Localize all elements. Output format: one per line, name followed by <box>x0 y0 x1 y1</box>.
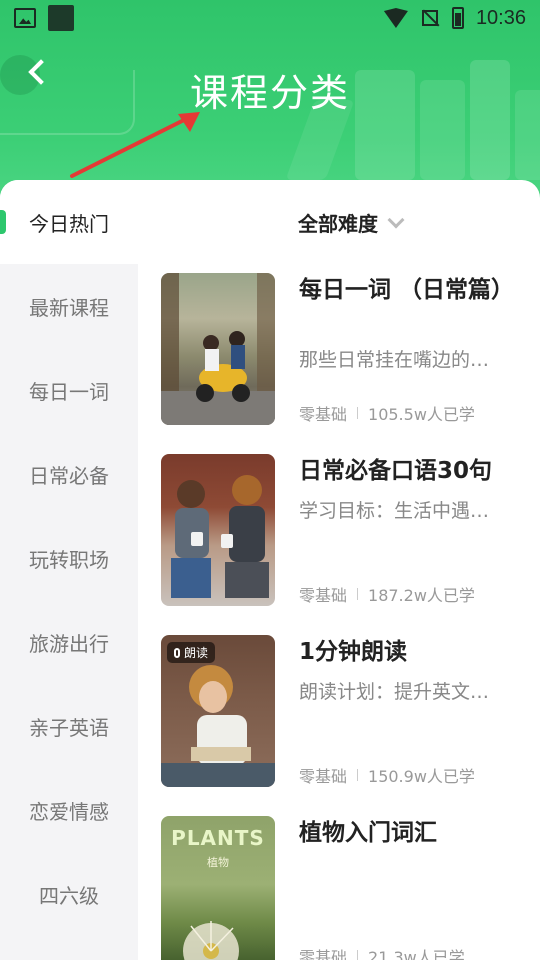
course-learners: 21.3w人已学 <box>368 948 465 960</box>
sidebar-item-label: 亲子英语 <box>29 715 109 740</box>
sidebar-item-label: 恋爱情感 <box>29 799 109 824</box>
difficulty-filter-label: 全部难度 <box>298 212 378 236</box>
course-level: 零基础 <box>299 405 348 424</box>
friends-chatting-image <box>171 475 269 598</box>
read-aloud-badge: 朗读 <box>167 642 216 663</box>
course-level: 零基础 <box>299 586 348 605</box>
course-meta: 零基础 105.5w人已学 <box>299 401 475 425</box>
scooter-riders-image <box>161 273 275 425</box>
sidebar-item-daily-word[interactable]: 每日一词 <box>0 348 138 432</box>
microphone-icon <box>174 647 180 658</box>
sidebar-item-travel[interactable]: 旅游出行 <box>0 600 138 684</box>
status-time: 10:36 <box>475 6 526 29</box>
sidebar-item-label: 每日一词 <box>29 379 109 404</box>
image-notification-icon <box>14 8 36 28</box>
sidebar-item-label: 今日热门 <box>29 211 109 236</box>
sidebar-item-label: 玩转职场 <box>29 547 109 572</box>
sidebar-item-label: 旅游出行 <box>29 631 109 656</box>
meta-separator <box>357 407 359 419</box>
course-learners: 105.5w人已学 <box>368 405 475 424</box>
sidebar-item-label: 日常必备 <box>29 463 109 488</box>
course-card[interactable]: 日常必备口语30句 学习目标：生活中遇… 零基础 187.2w人已学 <box>161 454 521 606</box>
course-card[interactable]: 每日一词 （日常篇） 那些日常挂在嘴边的… 零基础 105.5w人已学 <box>161 273 521 425</box>
course-description: 那些日常挂在嘴边的… <box>299 349 490 371</box>
course-level: 零基础 <box>299 948 348 960</box>
meta-separator <box>357 950 359 960</box>
meta-separator <box>357 769 359 781</box>
wifi-icon <box>383 8 408 28</box>
sidebar-item-new-courses[interactable]: 最新课程 <box>0 264 138 348</box>
course-thumbnail <box>161 273 275 425</box>
sidebar-item-today-hot[interactable]: 今日热门 <box>0 180 138 264</box>
course-title: 每日一词 （日常篇） <box>299 277 515 303</box>
sidebar-item-workplace[interactable]: 玩转职场 <box>0 516 138 600</box>
course-meta: 零基础 150.9w人已学 <box>299 763 475 787</box>
course-level: 零基础 <box>299 767 348 786</box>
sidebar-item-romance[interactable]: 恋爱情感 <box>0 768 138 852</box>
course-meta: 零基础 187.2w人已学 <box>299 582 475 606</box>
course-card[interactable]: PLANTS 植物 植物入门词汇 零基础 21.3w人已学 <box>161 816 521 960</box>
course-title: 1分钟朗读 <box>299 639 408 665</box>
sidebar-item-label: 四六级 <box>39 883 99 908</box>
battery-charging-icon <box>451 7 464 29</box>
sidebar-item-label: 最新课程 <box>29 295 109 320</box>
thumbnail-title: PLANTS <box>171 826 265 850</box>
category-panel: 今日热门 最新课程 每日一词 日常必备 玩转职场 旅游出行 亲子英语 恋爱情感 … <box>0 180 540 960</box>
thumbnail-subtitle: 植物 <box>207 856 229 869</box>
course-description: 朗读计划：提升英文… <box>299 681 490 703</box>
red-arrow-annotation <box>70 112 200 178</box>
status-bar: 10:36 <box>0 0 540 36</box>
course-card[interactable]: 朗读 1分钟朗读 朗读计划：提升英文… 零基础 150.9w人已学 <box>161 635 521 787</box>
app-notification-icon <box>48 5 74 31</box>
sidebar-item-cet[interactable]: 四六级 <box>0 852 138 936</box>
course-thumbnail: PLANTS 植物 <box>161 816 275 960</box>
course-title: 植物入门词汇 <box>299 820 437 846</box>
sidebar-item-parent-child[interactable]: 亲子英语 <box>0 684 138 768</box>
no-signal-icon <box>420 8 440 28</box>
course-description: 学习目标：生活中遇… <box>299 500 490 522</box>
difficulty-filter-dropdown[interactable]: 全部难度 <box>298 208 405 237</box>
course-learners: 187.2w人已学 <box>368 586 475 605</box>
course-learners: 150.9w人已学 <box>368 767 475 786</box>
category-sidebar: 今日热门 最新课程 每日一词 日常必备 玩转职场 旅游出行 亲子英语 恋爱情感 … <box>0 180 138 960</box>
chevron-down-icon <box>387 211 405 228</box>
course-title: 日常必备口语30句 <box>299 458 493 484</box>
sidebar-item-daily-essentials[interactable]: 日常必备 <box>0 432 138 516</box>
meta-separator <box>357 588 359 600</box>
badge-label: 朗读 <box>184 646 209 660</box>
course-thumbnail <box>161 454 275 606</box>
course-thumbnail: 朗读 <box>161 635 275 787</box>
course-meta: 零基础 21.3w人已学 <box>299 944 465 960</box>
